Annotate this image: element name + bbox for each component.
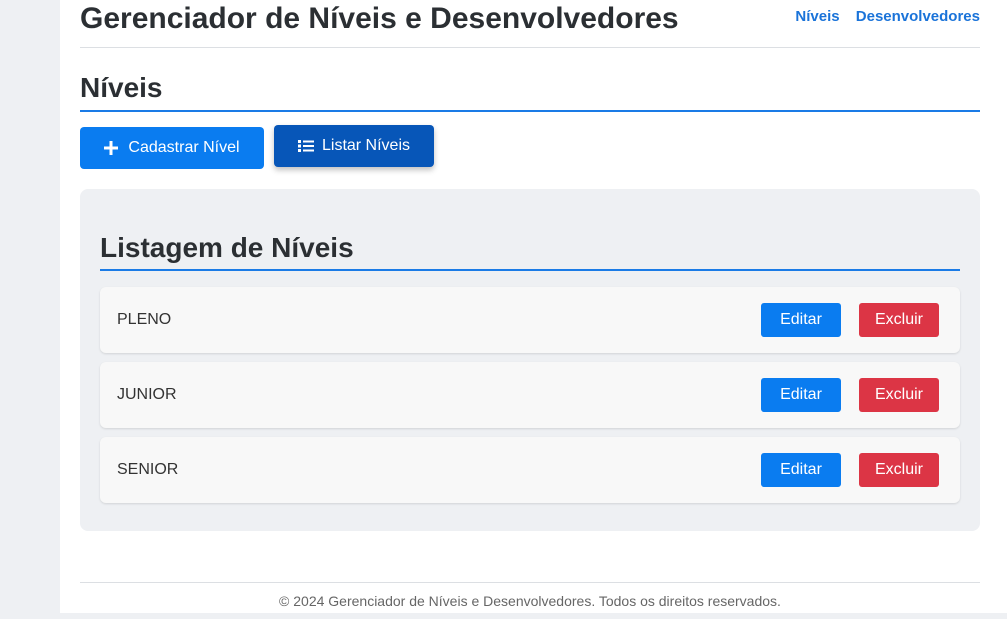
edit-button[interactable]: Editar	[761, 378, 841, 412]
app-header: Gerenciador de Níveis e Desenvolvedores …	[80, 0, 980, 48]
edit-button[interactable]: Editar	[761, 453, 841, 487]
plus-icon	[104, 141, 119, 155]
edit-button[interactable]: Editar	[761, 303, 841, 337]
list-levels-button[interactable]: Listar Níveis	[274, 125, 434, 167]
page-container: Gerenciador de Níveis e Desenvolvedores …	[60, 0, 1007, 613]
list-item: SENIOR Editar Excluir	[100, 437, 960, 503]
delete-button[interactable]: Excluir	[859, 303, 939, 337]
levels-listing-card: Listagem de Níveis PLENO Editar Excluir …	[80, 189, 980, 531]
nav-link-desenvolvedores[interactable]: Desenvolvedores	[856, 8, 980, 25]
app-title: Gerenciador de Níveis e Desenvolvedores	[80, 2, 679, 35]
level-name: JUNIOR	[117, 386, 177, 403]
listing-title: Listagem de Níveis	[100, 229, 960, 271]
list-item: PLENO Editar Excluir	[100, 287, 960, 353]
level-name: SENIOR	[117, 461, 179, 478]
section-title: Níveis	[80, 70, 980, 112]
main-nav: Níveis Desenvolvedores	[783, 8, 980, 25]
page-footer: © 2024 Gerenciador de Níveis e Desenvolv…	[80, 582, 980, 614]
delete-button[interactable]: Excluir	[859, 453, 939, 487]
list-item: JUNIOR Editar Excluir	[100, 362, 960, 428]
create-level-label: Cadastrar Nível	[128, 139, 240, 156]
list-levels-label: Listar Níveis	[321, 137, 411, 154]
footer-text: © 2024 Gerenciador de Níveis e Desenvolv…	[279, 593, 781, 609]
create-level-button[interactable]: Cadastrar Nível	[80, 127, 264, 169]
nav-link-niveis[interactable]: Níveis	[795, 8, 839, 25]
level-name: PLENO	[117, 311, 172, 328]
delete-button[interactable]: Excluir	[859, 378, 939, 412]
list-icon	[297, 139, 314, 153]
